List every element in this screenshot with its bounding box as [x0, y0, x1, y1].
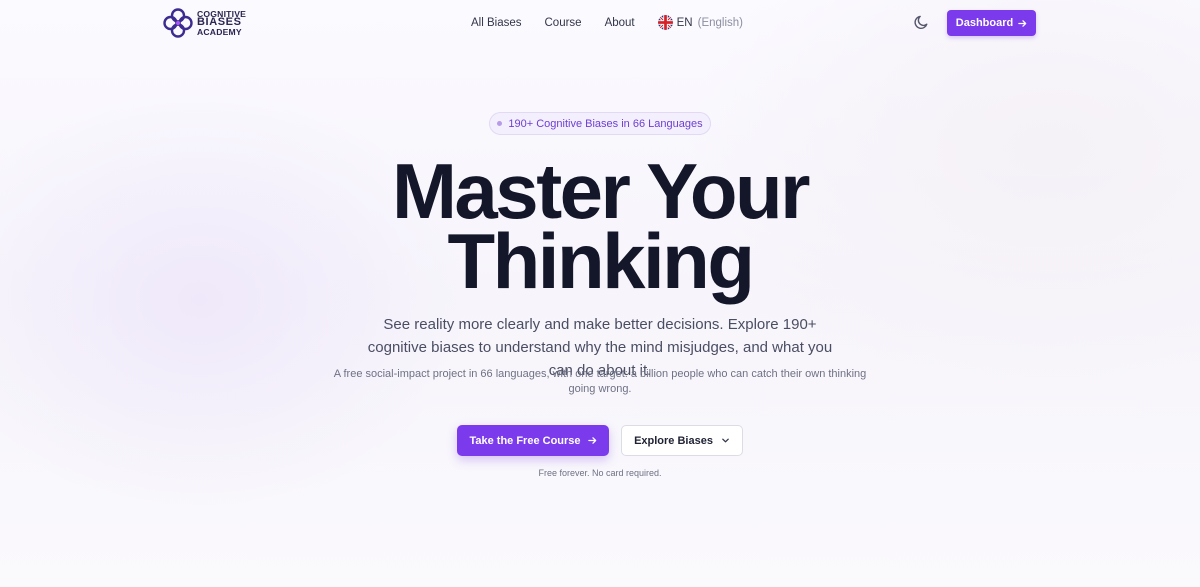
logo-text: COGNITIVE BIASES ACADEMY [197, 9, 246, 37]
nav-course[interactable]: Course [545, 17, 582, 29]
dashboard-button[interactable]: Dashboard [947, 10, 1036, 36]
logo-icon [163, 8, 193, 38]
language-selector[interactable]: EN (English) [657, 15, 744, 30]
arrow-right-icon [587, 437, 596, 444]
logo[interactable]: COGNITIVE BIASES ACADEMY [162, 7, 246, 39]
headline-line-2: Thinking [447, 217, 755, 305]
main-nav: All Biases Course About EN (English) [471, 15, 743, 30]
headline-line-1: Master Your [391, 147, 811, 235]
nav-about[interactable]: About [605, 17, 635, 29]
hero-badge-text: 190+ Cognitive Biases in 66 Languages [508, 117, 703, 130]
chevron-down-icon [722, 438, 729, 443]
language-name: (English) [697, 16, 744, 29]
take-free-course-button[interactable]: Take the Free Course [457, 425, 609, 456]
explore-biases-label: Explore Biases [634, 434, 713, 447]
site-header: COGNITIVE BIASES ACADEMY All Biases Cour… [0, 0, 1200, 46]
explore-biases-button[interactable]: Explore Biases [621, 425, 743, 456]
moon-icon[interactable] [913, 13, 931, 31]
take-free-course-label: Take the Free Course [469, 434, 581, 447]
free-forever-note: Free forever. No card required. [538, 468, 662, 478]
dashboard-button-label: Dashboard [955, 17, 1014, 29]
uk-flag-icon [657, 15, 673, 30]
arrow-right-icon [1018, 19, 1027, 27]
nav-all-biases[interactable]: All Biases [471, 17, 522, 29]
hero-headline: Master Your Thinking [0, 147, 1200, 305]
language-code: EN [676, 16, 693, 29]
logo-line-3: ACADEMY [197, 26, 242, 37]
badge-dot-icon [497, 121, 503, 126]
hero-badge: 190+ Cognitive Biases in 66 Languages [489, 112, 711, 135]
hero-tagline: A free social-impact project in 66 langu… [333, 368, 867, 395]
